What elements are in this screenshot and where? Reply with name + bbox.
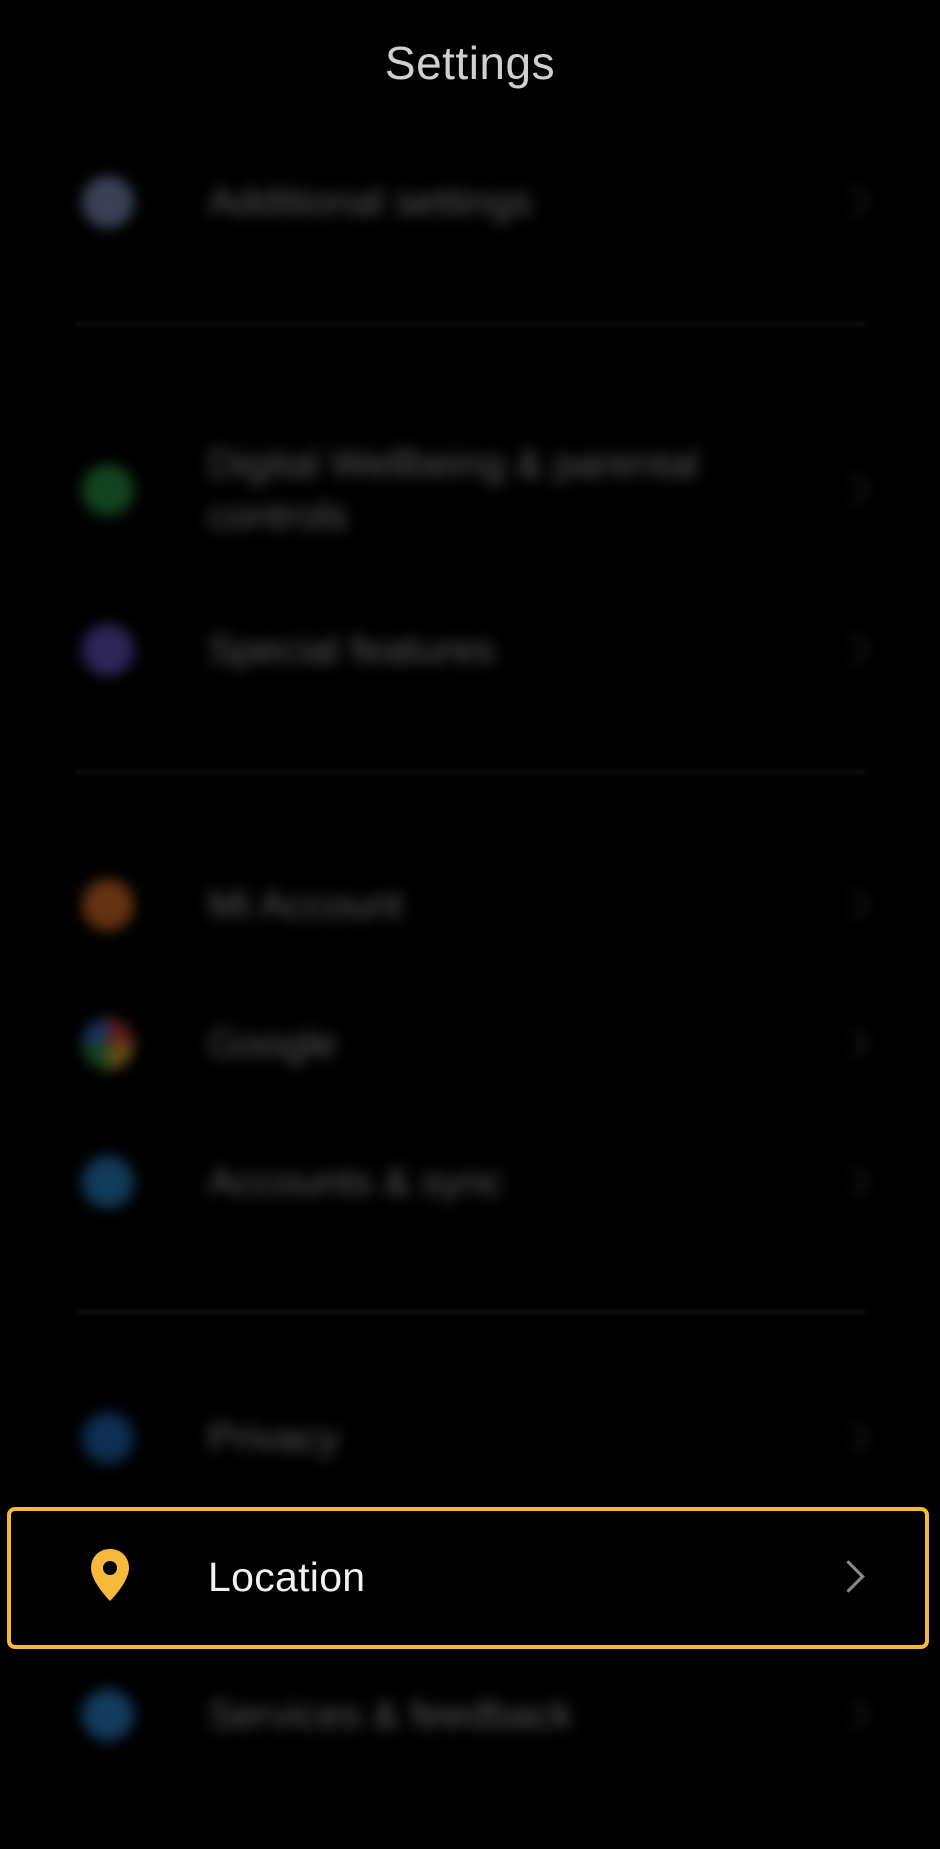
section-divider [76, 323, 866, 325]
settings-item-label: Mi Account [208, 883, 404, 927]
gear-icon [82, 176, 134, 228]
settings-item-mi-account[interactable]: Mi Account [0, 850, 940, 960]
section-divider [76, 771, 866, 773]
chevron-right-icon [838, 1166, 869, 1197]
settings-item-label: Privacy [208, 1416, 340, 1460]
chevron-right-icon [838, 1422, 869, 1453]
chevron-right-icon [832, 1560, 865, 1593]
settings-item-privacy[interactable]: Privacy [0, 1383, 940, 1493]
settings-item-location[interactable]: Location [0, 1522, 940, 1632]
settings-item-google[interactable]: Google [0, 989, 940, 1099]
chevron-right-icon [838, 474, 869, 505]
chevron-right-icon [838, 186, 869, 217]
chevron-right-icon [838, 1699, 869, 1730]
settings-item-accounts-sync[interactable]: Accounts & sync [0, 1127, 940, 1237]
google-icon [82, 1018, 134, 1070]
settings-item-label: Location [208, 1554, 366, 1600]
section-divider [76, 1311, 866, 1313]
chevron-right-icon [838, 634, 869, 665]
wellbeing-icon [82, 464, 134, 516]
settings-item-label: Accounts & sync [208, 1160, 504, 1204]
mi-account-icon [82, 879, 134, 931]
page-title: Settings [384, 37, 556, 89]
chevron-right-icon [838, 1028, 869, 1059]
privacy-icon [82, 1412, 134, 1464]
chevron-right-icon [838, 889, 869, 920]
account-sync-icon [82, 1156, 134, 1208]
settings-item-additional[interactable]: Additional settings [0, 147, 940, 257]
star-icon [82, 624, 134, 676]
settings-item-label: Digital Wellbeing & parental controls [208, 442, 699, 538]
feedback-icon [82, 1689, 134, 1741]
settings-item-special-features[interactable]: Special features [0, 595, 940, 705]
settings-item-digital-wellbeing[interactable]: Digital Wellbeing & parental controls [0, 430, 940, 550]
settings-item-services-feedback[interactable]: Services & feedback [0, 1660, 940, 1770]
settings-item-label: Additional settings [208, 180, 533, 224]
settings-item-label: Google [208, 1022, 337, 1066]
settings-item-label: Special features [208, 628, 495, 672]
settings-item-label: Services & feedback [208, 1693, 573, 1737]
location-pin-icon [91, 1549, 129, 1601]
